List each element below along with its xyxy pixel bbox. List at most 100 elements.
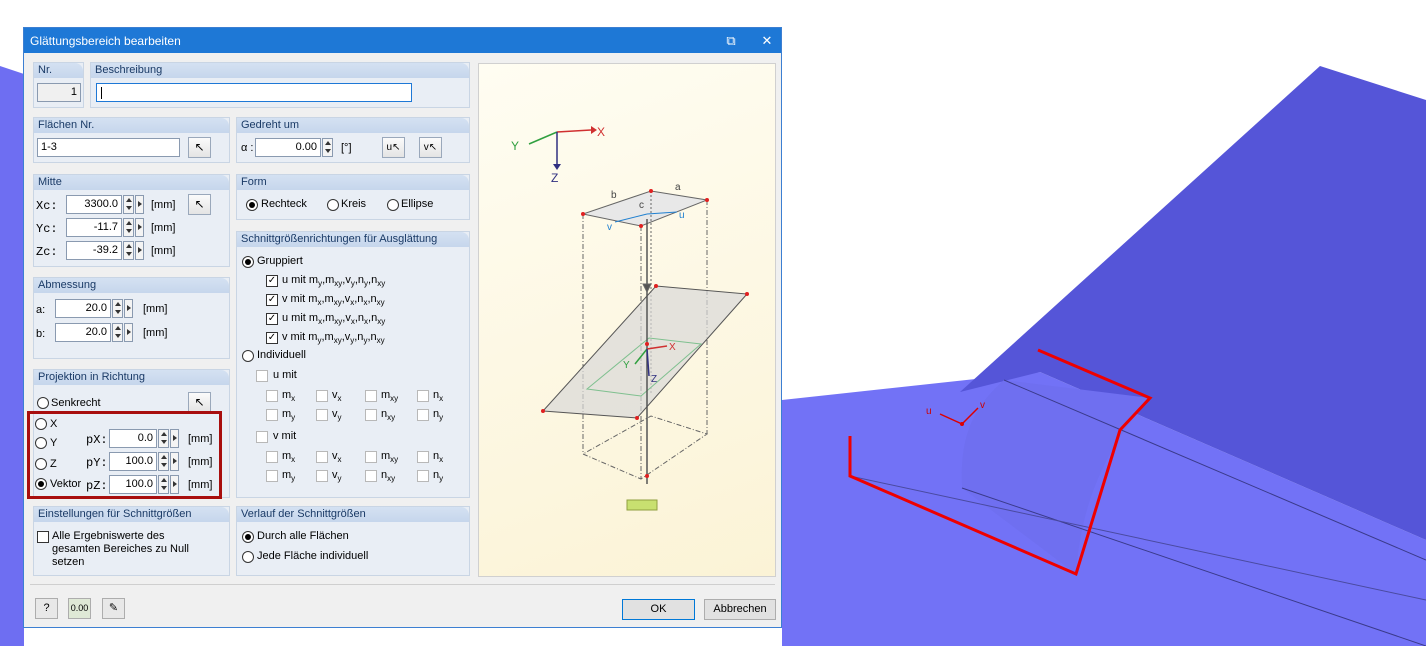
durch-alle-radio[interactable] bbox=[242, 531, 254, 543]
grouped-label: v mit mx,mxy,vx,nx,nxy bbox=[282, 293, 385, 308]
grouped-checkbox[interactable]: ✓ bbox=[266, 313, 278, 325]
text-cursor bbox=[101, 87, 102, 99]
b-input[interactable]: 20.0 bbox=[55, 323, 111, 342]
gedreht-label: Gedreht um bbox=[237, 118, 469, 133]
close-icon[interactable]: ✕ bbox=[754, 30, 780, 51]
pick-center-button[interactable]: ↖ bbox=[188, 194, 211, 215]
xc-unit: [mm] bbox=[151, 199, 176, 211]
zc-arrow[interactable] bbox=[135, 241, 144, 260]
pick-direction-button[interactable]: ↖ bbox=[188, 392, 211, 413]
form-kreis-radio[interactable] bbox=[327, 199, 339, 211]
b-arrow[interactable] bbox=[124, 323, 133, 342]
highlight-frame bbox=[27, 411, 222, 499]
jede-flaeche-radio[interactable] bbox=[242, 551, 254, 563]
form-rechteck-radio[interactable] bbox=[246, 199, 258, 211]
component-checkbox[interactable] bbox=[316, 390, 328, 402]
help-icon: ? bbox=[43, 602, 50, 614]
component-checkbox[interactable] bbox=[266, 390, 278, 402]
component-checkbox[interactable] bbox=[365, 390, 377, 402]
component-label: vy bbox=[332, 408, 342, 423]
alpha-spinner[interactable] bbox=[322, 138, 333, 157]
preview-x-label: X bbox=[597, 125, 605, 139]
zc-input[interactable]: -39.2 bbox=[66, 241, 122, 260]
component-checkbox[interactable] bbox=[417, 451, 429, 463]
rotate-u-button[interactable]: u↖ bbox=[382, 137, 405, 158]
edit-button[interactable]: ✎ bbox=[102, 598, 125, 619]
restore-icon[interactable]: ⧉ bbox=[718, 30, 744, 51]
u-mit-checkbox[interactable] bbox=[256, 370, 268, 382]
form-kreis-label: Kreis bbox=[341, 198, 367, 210]
grouped-label: u mit mx,mxy,vx,nx,nxy bbox=[282, 312, 386, 327]
v-mit-checkbox[interactable] bbox=[256, 431, 268, 443]
schnitt-group: Schnittgrößenrichtungen für Ausglättung … bbox=[236, 231, 470, 498]
a-input[interactable]: 20.0 bbox=[55, 299, 111, 318]
alpha-label: α : bbox=[241, 142, 254, 154]
component-label: vx bbox=[332, 450, 342, 465]
component-label: ny bbox=[433, 408, 444, 423]
a-arrow[interactable] bbox=[124, 299, 133, 318]
component-checkbox[interactable] bbox=[365, 451, 377, 463]
pick-surfaces-button[interactable]: ↖ bbox=[188, 137, 211, 158]
yc-input[interactable]: -11.7 bbox=[66, 218, 122, 237]
component-checkbox[interactable] bbox=[266, 470, 278, 482]
grouped-checkbox[interactable]: ✓ bbox=[266, 275, 278, 287]
yc-spinner[interactable] bbox=[123, 218, 134, 237]
abbrechen-button[interactable]: Abbrechen bbox=[704, 599, 776, 620]
a-label: a: bbox=[36, 304, 46, 316]
zc-unit: [mm] bbox=[151, 245, 176, 257]
alpha-unit: [°] bbox=[341, 142, 352, 154]
senkrecht-label: Senkrecht bbox=[51, 397, 101, 409]
yc-label: Yc: bbox=[36, 222, 58, 236]
xc-arrow[interactable] bbox=[135, 195, 144, 214]
v-mit-label: v mit bbox=[273, 430, 297, 442]
model-v-label: v bbox=[980, 400, 985, 411]
b-label: b: bbox=[36, 328, 46, 340]
individuell-radio[interactable] bbox=[242, 350, 254, 362]
component-checkbox[interactable] bbox=[316, 409, 328, 421]
gruppiert-radio[interactable] bbox=[242, 256, 254, 268]
preview-diagram: X Y Z b a c u v X Y Z bbox=[511, 125, 749, 511]
xc-input[interactable]: 3300.0 bbox=[66, 195, 122, 214]
component-checkbox[interactable] bbox=[316, 451, 328, 463]
alpha-input[interactable]: 0.00 bbox=[255, 138, 321, 157]
units-button[interactable]: 0.00 bbox=[68, 598, 91, 619]
senkrecht-radio[interactable] bbox=[37, 397, 49, 409]
beschreibung-input[interactable] bbox=[96, 83, 412, 102]
edit-icon: ✎ bbox=[108, 602, 119, 614]
grouped-checkbox[interactable]: ✓ bbox=[266, 294, 278, 306]
a-spinner[interactable] bbox=[112, 299, 123, 318]
help-button[interactable]: ? bbox=[35, 598, 58, 619]
component-checkbox[interactable] bbox=[365, 409, 377, 421]
zc-spinner[interactable] bbox=[123, 241, 134, 260]
null-setzen-checkbox[interactable] bbox=[37, 531, 49, 543]
form-ellipse-radio[interactable] bbox=[387, 199, 399, 211]
yc-arrow[interactable] bbox=[135, 218, 144, 237]
einstellungen-label: Einstellungen für Schnittgrößen bbox=[34, 507, 229, 522]
form-group: Form Rechteck Kreis Ellipse bbox=[236, 174, 470, 220]
component-label: nx bbox=[433, 389, 444, 404]
component-checkbox[interactable] bbox=[316, 470, 328, 482]
gedreht-group: Gedreht um α : 0.00 [°] u↖ v↖ bbox=[236, 117, 470, 163]
component-checkbox[interactable] bbox=[417, 470, 429, 482]
preview-c-label: c bbox=[639, 200, 644, 211]
preview-local-y-label: Y bbox=[623, 360, 630, 371]
beschreibung-group: Beschreibung bbox=[90, 62, 470, 108]
xc-spinner[interactable] bbox=[123, 195, 134, 214]
component-checkbox[interactable] bbox=[417, 409, 429, 421]
flaechen-input[interactable]: 1-3 bbox=[37, 138, 180, 157]
nr-label: Nr. bbox=[34, 63, 83, 78]
ok-button[interactable]: OK bbox=[622, 599, 695, 620]
component-checkbox[interactable] bbox=[266, 451, 278, 463]
rotate-v-button[interactable]: v↖ bbox=[419, 137, 442, 158]
grouped-checkbox[interactable]: ✓ bbox=[266, 332, 278, 344]
b-spinner[interactable] bbox=[112, 323, 123, 342]
u-mit-label: u mit bbox=[273, 369, 297, 381]
preview-y-label: Y bbox=[511, 139, 519, 153]
component-checkbox[interactable] bbox=[417, 390, 429, 402]
component-checkbox[interactable] bbox=[266, 409, 278, 421]
form-ellipse-label: Ellipse bbox=[401, 198, 434, 210]
component-label: nxy bbox=[381, 469, 396, 484]
null-setzen-label: Alle Ergebniswerte des gesamten Bereiche… bbox=[52, 530, 189, 568]
a-unit: [mm] bbox=[143, 303, 168, 315]
component-checkbox[interactable] bbox=[365, 470, 377, 482]
